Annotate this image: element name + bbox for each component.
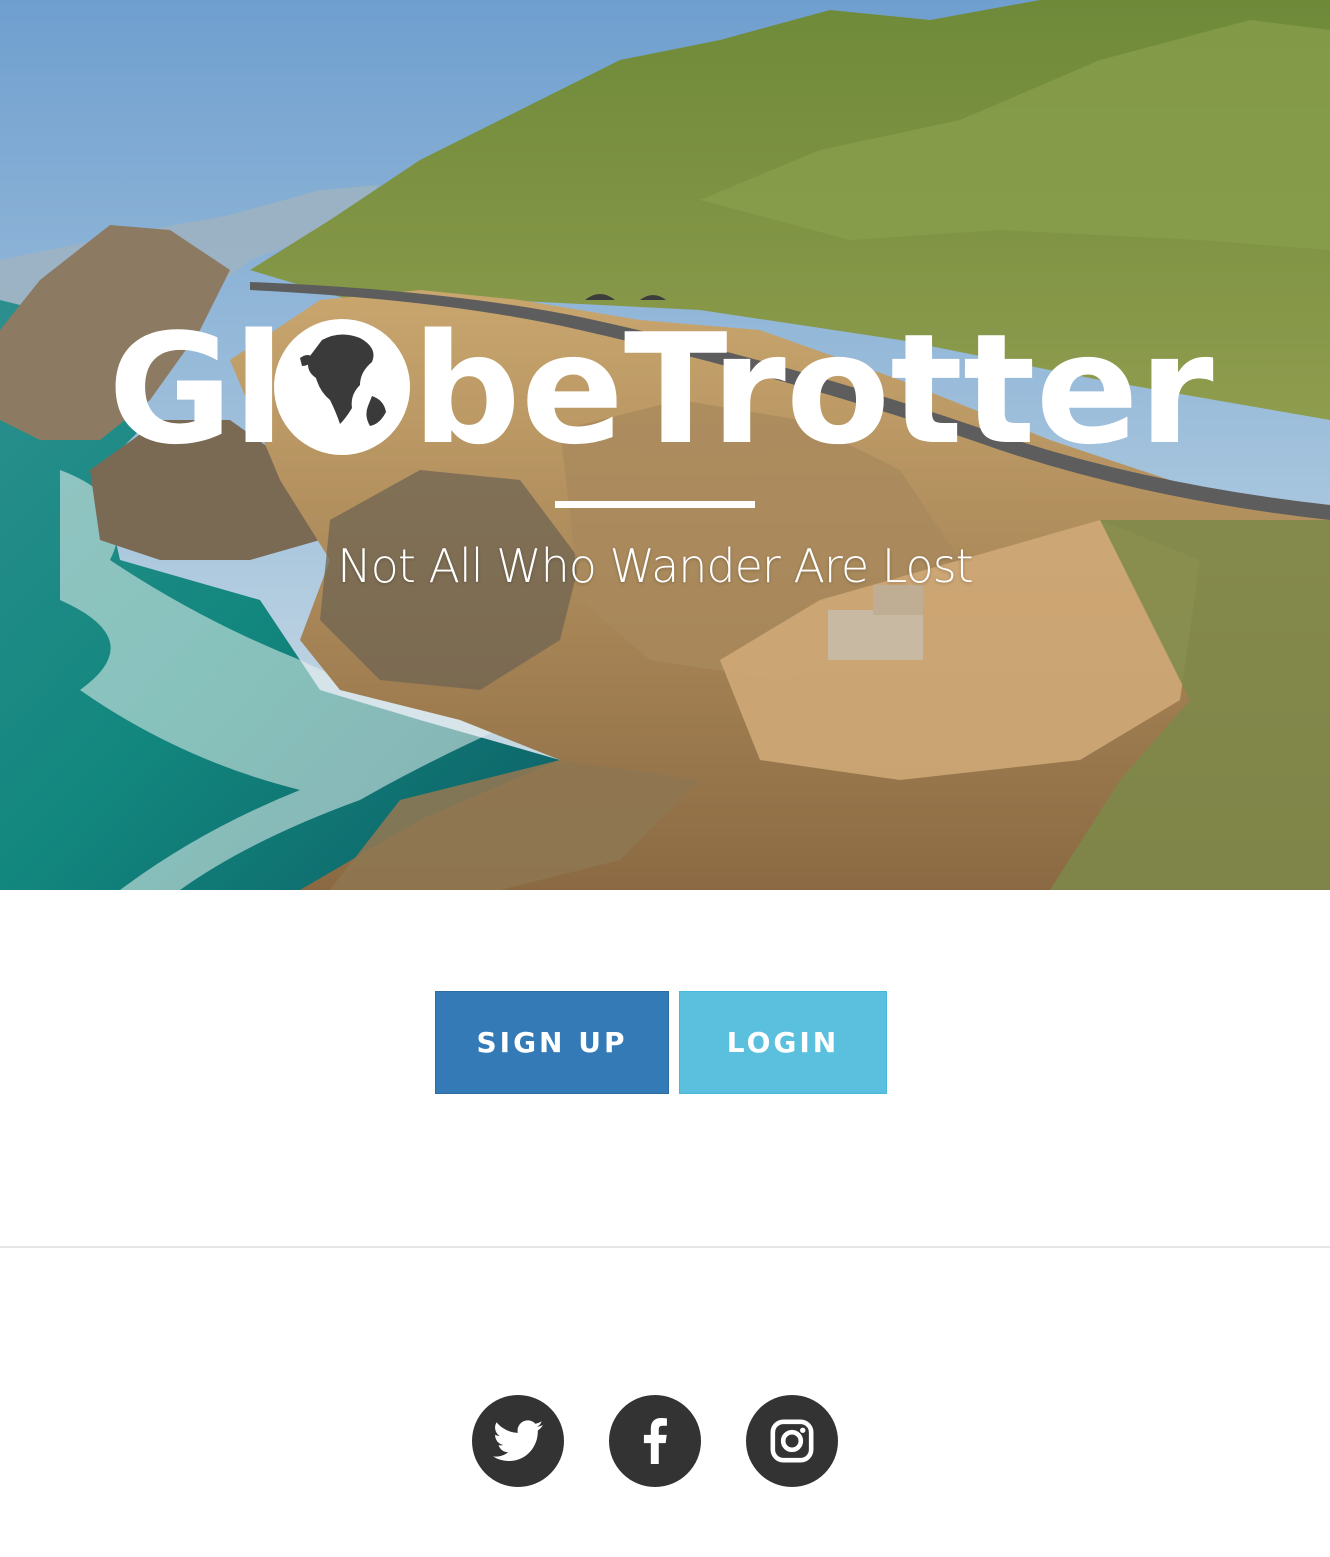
tagline: Not All Who Wander Are Lost	[337, 539, 973, 593]
globetrotter-logo: Gl beTrotter	[108, 301, 1214, 470]
logo-text-part2: beTrotter	[412, 301, 1214, 470]
facebook-icon	[643, 1418, 667, 1464]
login-button[interactable]: LOGIN	[679, 991, 887, 1094]
instagram-link[interactable]	[746, 1395, 838, 1487]
hero-section: Gl beTrotter Not All Who Wander Are Lost	[0, 0, 1330, 890]
hero-divider	[555, 501, 755, 508]
twitter-link[interactable]	[472, 1395, 564, 1487]
footer-divider	[0, 1246, 1330, 1248]
twitter-icon	[493, 1420, 543, 1461]
signup-button[interactable]: SIGN UP	[435, 991, 669, 1094]
instagram-icon	[770, 1419, 814, 1463]
facebook-link[interactable]	[609, 1395, 701, 1487]
logo-text-part1: Gl	[108, 301, 285, 470]
globe-icon	[274, 319, 410, 455]
